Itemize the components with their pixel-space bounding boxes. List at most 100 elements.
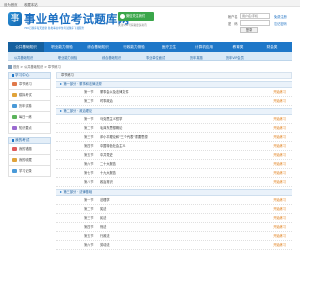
wechat-note: 关注公众号获取更多资讯	[118, 24, 147, 27]
section-number: 第二节	[84, 207, 94, 211]
chapter-header[interactable]: 第二部分 · 政治理论	[56, 108, 292, 115]
list-item: 第六节 劳动法 开始练习	[56, 241, 292, 250]
sidebar-item-favorites[interactable]: 我的收藏	[8, 155, 51, 166]
username-input[interactable]	[240, 13, 270, 19]
wechat-follow-badge[interactable]: 微信关注我们	[118, 12, 154, 21]
section-title[interactable]: 二十大报告	[100, 160, 116, 168]
section-number: 第五节	[84, 153, 94, 157]
start-practice-link[interactable]: 开始练习	[273, 205, 286, 213]
section-title[interactable]: 法理学	[100, 196, 110, 204]
sidebar-item-mock-exam[interactable]: 模拟考试	[8, 90, 51, 101]
sidebar-item-label: 我的错题	[19, 147, 32, 151]
nav-item-finance[interactable]: 财会类	[254, 42, 290, 52]
list-item: 第五节 行政法 开始练习	[56, 232, 292, 241]
nav-item-general-basics[interactable]: 综合基础知识	[80, 42, 116, 52]
home-icon	[8, 65, 12, 69]
start-practice-link[interactable]: 开始练习	[273, 178, 286, 186]
site-title: 事业单位考试题库网	[24, 12, 130, 26]
section-title[interactable]: 马克思主义哲学	[100, 115, 122, 123]
section-title[interactable]: 十九大报告	[100, 169, 116, 177]
start-practice-link[interactable]: 开始练习	[273, 223, 286, 231]
nav-item-vocational-ability[interactable]: 职业能力测验	[44, 42, 80, 52]
start-practice-link[interactable]: 开始练习	[273, 97, 286, 105]
site-logo[interactable]: 事 事业单位考试题库网 700万题库每天更新 各类事业单位考试题库下载服务	[8, 10, 129, 36]
login-button[interactable]: 登录	[240, 27, 258, 33]
main-nav: 公共基础知识 职业能力测验 综合基础知识 行政能力测验 医疗卫生 计算机应用 教…	[8, 42, 292, 52]
section-number: 第五节	[84, 234, 94, 238]
exam-icon	[12, 93, 17, 97]
section-number: 第一节	[84, 90, 94, 94]
nav-item-education[interactable]: 教育类	[222, 42, 254, 52]
section-number: 第六节	[84, 162, 94, 166]
section-number: 第三节	[84, 135, 94, 139]
list-item: 第六节 二十大报告 开始练习	[56, 160, 292, 169]
nav-item-admin-ability[interactable]: 行政能力测验	[116, 42, 152, 52]
section-title[interactable]: 政治常识	[100, 178, 113, 186]
start-practice-link[interactable]: 开始练习	[273, 115, 286, 123]
start-practice-link[interactable]: 开始练习	[273, 160, 286, 168]
breadcrumb-text[interactable]: 首页 > 公共基础知识 > 章节练习	[13, 65, 61, 69]
sidebar-item-daily-practice[interactable]: 每日一练	[8, 112, 51, 123]
subnav-interview[interactable]: 事业单位面试	[146, 55, 165, 60]
sidebar-item-past-papers[interactable]: 历年试卷	[8, 101, 51, 112]
section-title[interactable]: 刑法	[100, 223, 106, 231]
subnav-public-basics[interactable]: 公共基础知识	[14, 55, 33, 60]
daily-icon	[12, 115, 17, 119]
set-homepage-link[interactable]: 设为首页	[4, 2, 18, 7]
nav-item-public-basics[interactable]: 公共基础知识	[8, 42, 44, 52]
subnav-past-papers[interactable]: 历年真题	[190, 55, 203, 60]
section-title[interactable]: 邓小平理论和"三个代表"重要思想	[100, 133, 148, 141]
password-input[interactable]	[240, 20, 270, 26]
subnav-vocational[interactable]: 职业能力测验	[58, 55, 77, 60]
bookmark-link[interactable]: 收藏本站	[24, 2, 38, 7]
chapter-header[interactable]: 第一部分 · 董事和法律法规	[56, 81, 292, 88]
wechat-promo: 微信关注我们 关注公众号获取更多资讯	[118, 12, 154, 32]
chevron-right-icon	[60, 191, 62, 193]
register-link[interactable]: 免费注册	[274, 14, 287, 19]
list-item: 第四节 中国特色社会主义 开始练习	[56, 142, 292, 151]
start-practice-link[interactable]: 开始练习	[273, 151, 286, 159]
nav-item-medical[interactable]: 医疗卫生	[152, 42, 186, 52]
start-practice-link[interactable]: 开始练习	[273, 232, 286, 240]
section-title[interactable]: 时事政治	[100, 97, 113, 105]
sidebar-item-study-record[interactable]: 学习记录	[8, 166, 51, 177]
subnav-vip[interactable]: 历年VIP会员	[226, 55, 244, 60]
section-title[interactable]: 劳动法	[100, 241, 110, 249]
section-title[interactable]: 中国特色社会主义	[100, 142, 126, 150]
section-title[interactable]: 民法	[100, 214, 106, 222]
start-practice-link[interactable]: 开始练习	[273, 169, 286, 177]
start-practice-link[interactable]: 开始练习	[273, 196, 286, 204]
section-title[interactable]: 中共党史	[100, 151, 113, 159]
breadcrumb: 首页 > 公共基础知识 > 章节练习	[8, 64, 292, 70]
sidebar-item-label: 每日一练	[19, 115, 32, 119]
sidebar-item-label: 模拟考试	[19, 93, 32, 97]
section-title[interactable]: 董事会以及法律文件	[100, 88, 129, 96]
section-title[interactable]: 毛泽东思想概论	[100, 124, 122, 132]
list-item: 第三节 民法 开始练习	[56, 214, 292, 223]
subnav-general[interactable]: 综合基础知识	[102, 55, 121, 60]
list-item: 第二节 宪法 开始练习	[56, 205, 292, 214]
section-title[interactable]: 宪法	[100, 205, 106, 213]
chapter-header[interactable]: 第三部分 · 法律基础	[56, 189, 292, 196]
list-item: 第一节 马克思主义哲学 开始练习	[56, 115, 292, 124]
start-practice-link[interactable]: 开始练习	[273, 124, 286, 132]
login-panel: 帐户名 免费注册 密 码 忘记密码 登录	[228, 13, 296, 33]
start-practice-link[interactable]: 开始练习	[273, 142, 286, 150]
start-practice-link[interactable]: 开始练习	[273, 88, 286, 96]
section-number: 第一节	[84, 117, 94, 121]
start-practice-link[interactable]: 开始练习	[273, 241, 286, 249]
chapter-title: 第一部分 · 董事和法律法规	[63, 82, 102, 86]
section-title[interactable]: 行政法	[100, 232, 110, 240]
start-practice-link[interactable]: 开始练习	[273, 214, 286, 222]
sidebar-item-chapter-practice[interactable]: 章节练习	[8, 79, 51, 90]
wrong-icon	[12, 147, 17, 151]
nav-item-computer[interactable]: 计算机应用	[186, 42, 222, 52]
section-number: 第四节	[84, 144, 94, 148]
sidebar-item-key-points[interactable]: 知识要点	[8, 123, 51, 134]
star-icon	[12, 158, 17, 162]
sidebar-item-label: 我的收藏	[19, 158, 32, 162]
forgot-password-link[interactable]: 忘记密码	[274, 21, 287, 26]
sidebar-item-wrong-answers[interactable]: 我的错题	[8, 144, 51, 155]
start-practice-link[interactable]: 开始练习	[273, 133, 286, 141]
section-number: 第二节	[84, 126, 94, 130]
